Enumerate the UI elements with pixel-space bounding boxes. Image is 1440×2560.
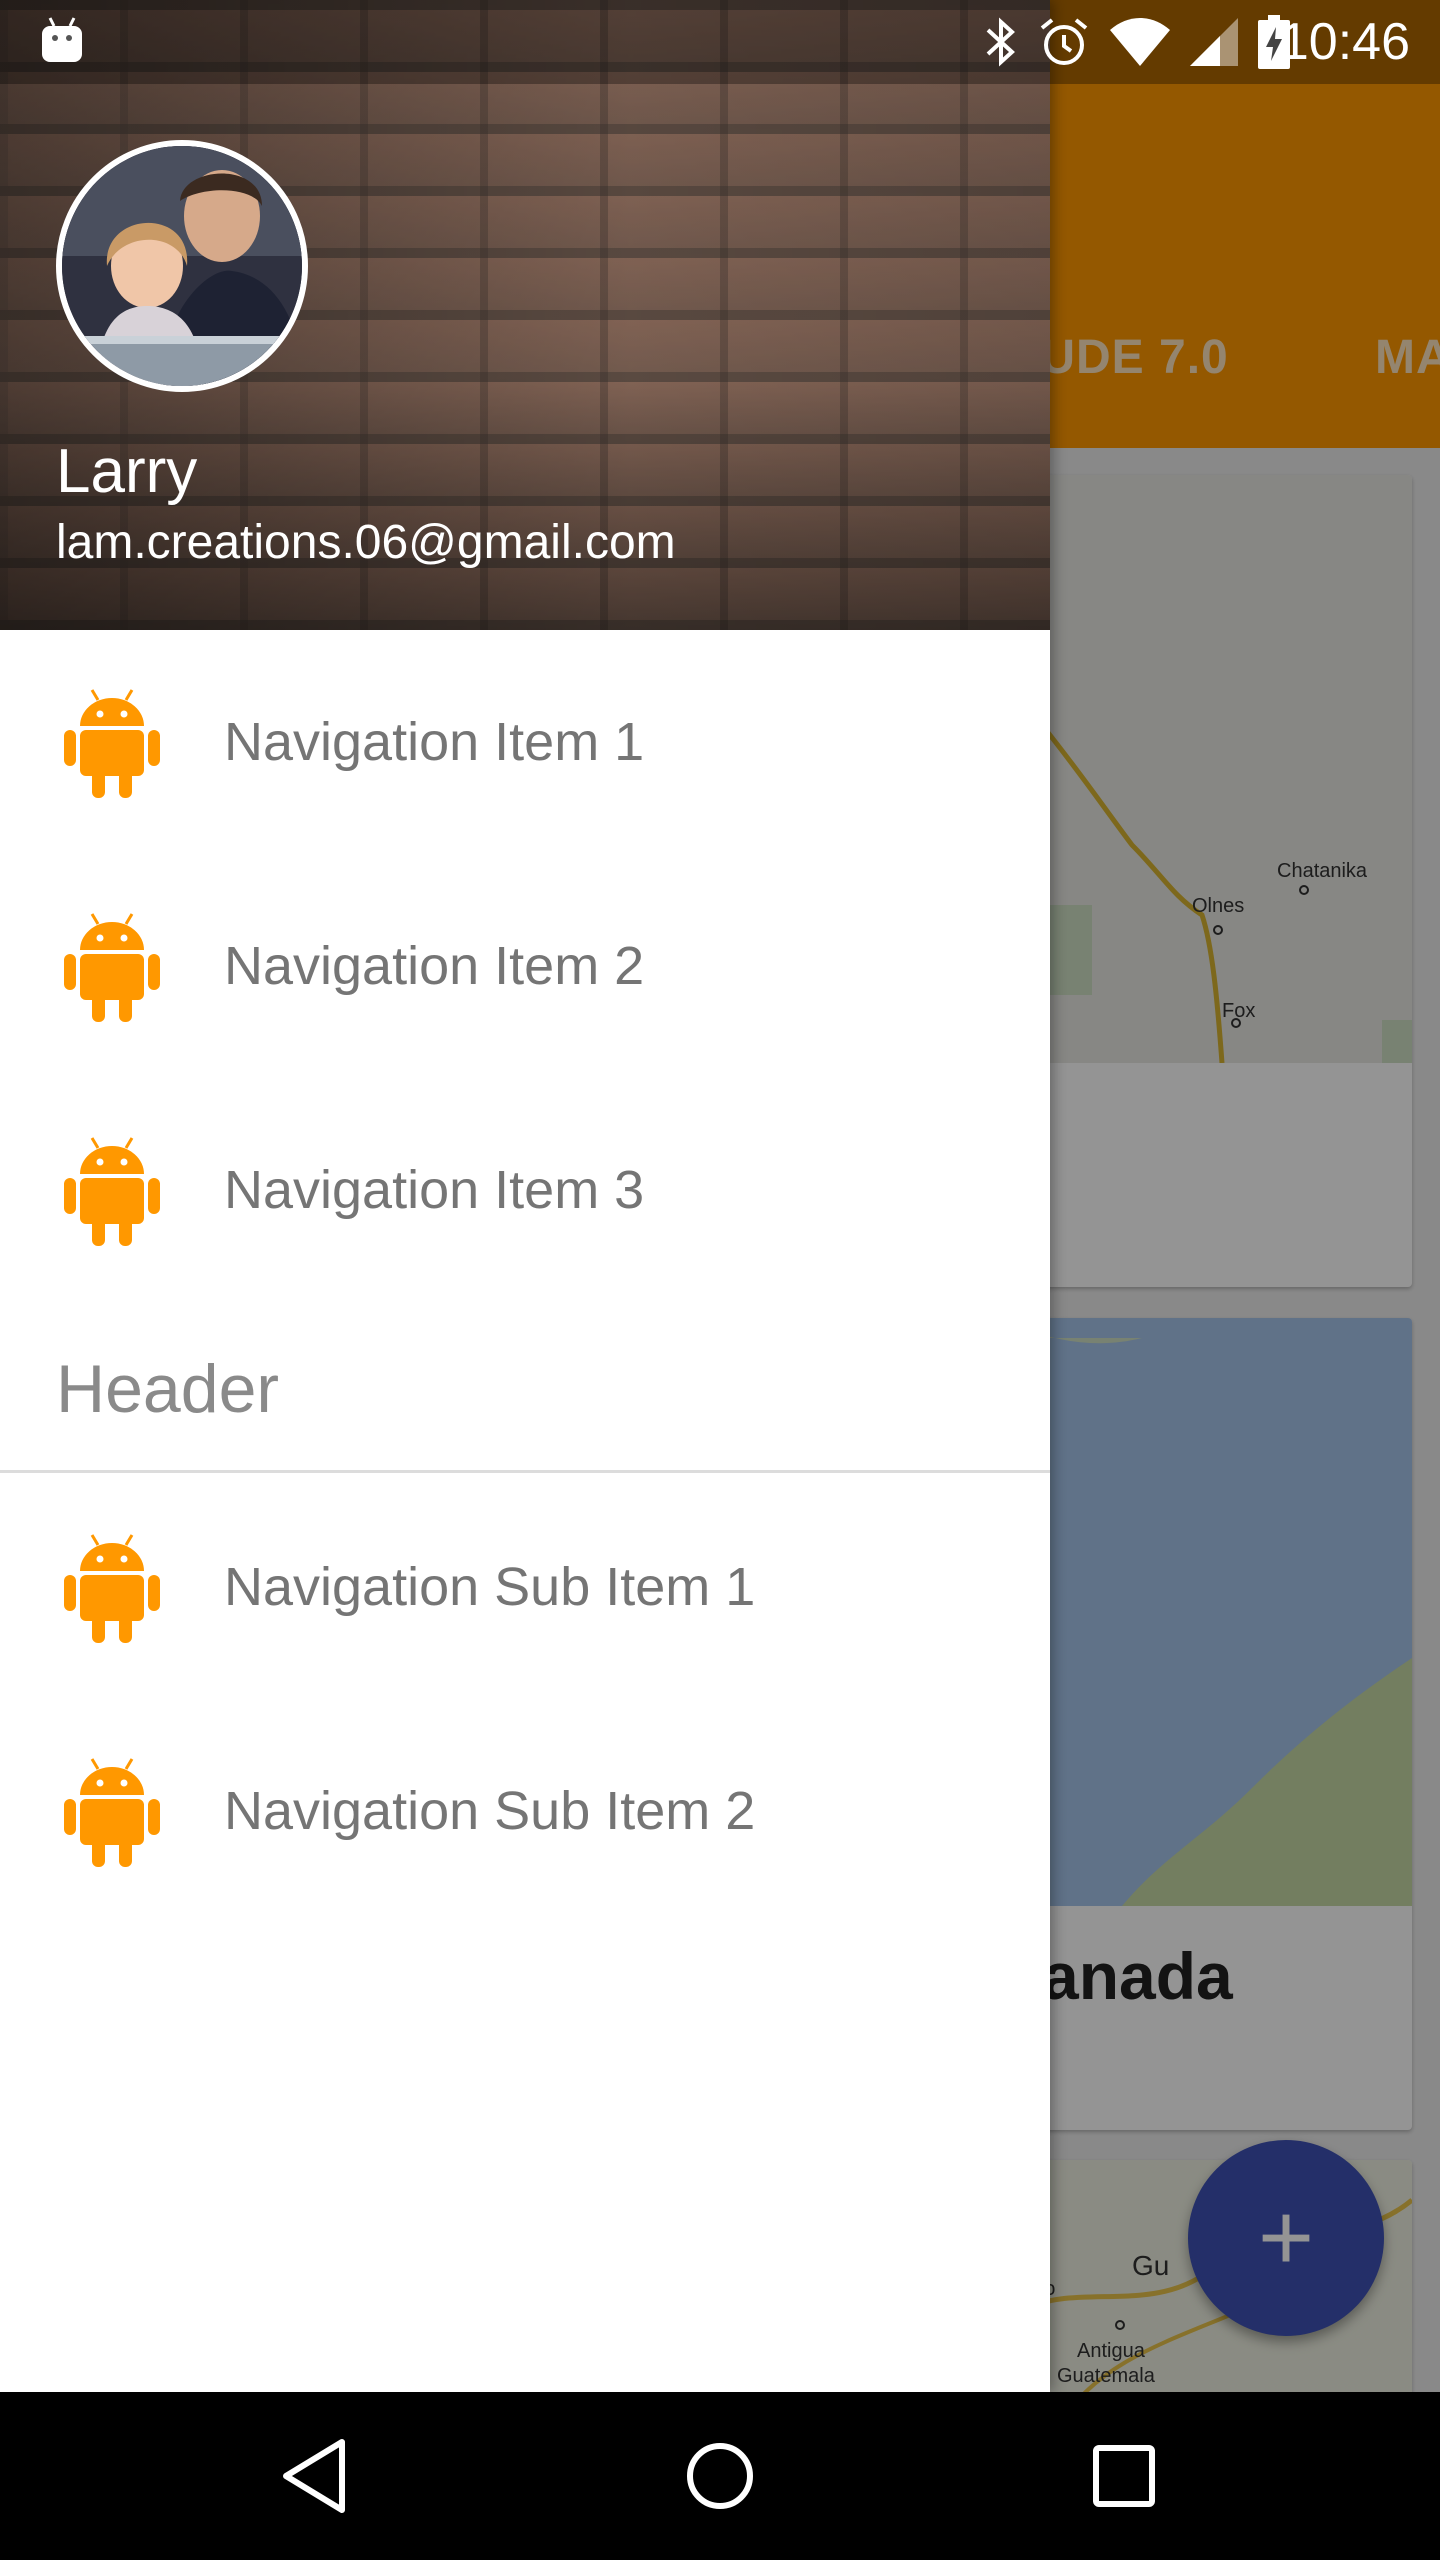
android-notification-icon — [42, 17, 82, 62]
bluetooth-icon — [986, 17, 1015, 67]
section-header: Header — [56, 1351, 280, 1427]
status-icons — [984, 14, 1290, 70]
nav-sub-item-1[interactable]: Navigation Sub Item 1 — [0, 1475, 1050, 1699]
nav-item-2[interactable]: Navigation Item 2 — [0, 854, 1050, 1078]
user-name: Larry — [56, 437, 198, 506]
nav-item-3[interactable]: Navigation Item 3 — [0, 1078, 1050, 1302]
divider — [0, 1470, 1050, 1473]
user-email: lam.creations.06@gmail.com — [56, 516, 676, 569]
nav-item-label: Navigation Item 1 — [224, 712, 645, 772]
cell-signal-icon — [1190, 18, 1238, 66]
android-icon — [64, 1758, 160, 1867]
home-button[interactable] — [678, 2434, 762, 2518]
status-bar: 10:46 — [0, 0, 1440, 84]
drawer-header: Larry lam.creations.06@gmail.com — [0, 0, 1050, 630]
android-icon — [64, 1137, 160, 1246]
nav-item-1[interactable]: Navigation Item 1 — [0, 630, 1050, 854]
nav-sub-item-label: Navigation Sub Item 1 — [224, 1557, 756, 1617]
alarm-icon — [1040, 18, 1088, 65]
android-icon — [64, 1534, 160, 1643]
status-time: 10:46 — [1279, 13, 1410, 71]
nav-item-label: Navigation Item 3 — [224, 1160, 645, 1220]
android-icon — [64, 689, 160, 798]
system-nav-bar — [0, 2392, 1440, 2560]
wifi-icon — [1110, 18, 1170, 66]
android-icon — [64, 913, 160, 1022]
navigation-drawer: Larry lam.creations.06@gmail.com Navigat… — [0, 0, 1050, 2392]
avatar[interactable] — [56, 140, 308, 392]
recents-button[interactable] — [1082, 2434, 1166, 2518]
back-button[interactable] — [274, 2434, 358, 2518]
nav-sub-item-2[interactable]: Navigation Sub Item 2 — [0, 1699, 1050, 1923]
nav-item-label: Navigation Item 2 — [224, 936, 645, 996]
nav-sub-item-label: Navigation Sub Item 2 — [224, 1781, 756, 1841]
